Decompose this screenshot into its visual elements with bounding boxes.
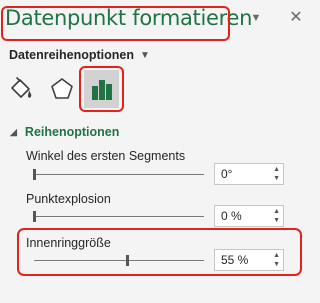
explosion-slider-track[interactable] xyxy=(34,216,204,217)
angle-slider-thumb[interactable] xyxy=(33,169,36,180)
tab-effects[interactable] xyxy=(45,72,79,106)
spin-up-icon[interactable]: ▲ xyxy=(273,208,280,216)
collapse-triangle-icon: ◢ xyxy=(10,127,17,137)
close-icon[interactable]: ✕ xyxy=(288,10,304,26)
angle-slider-track[interactable] xyxy=(34,174,204,175)
explosion-spinner[interactable]: 0 % ▲ ▼ xyxy=(214,205,284,227)
explosion-value[interactable]: 0 % xyxy=(221,209,242,223)
spin-up-icon[interactable]: ▲ xyxy=(273,166,280,174)
pentagon-icon xyxy=(51,78,73,99)
chevron-down-icon: ▼ xyxy=(140,50,150,61)
pane-options-dropdown-icon[interactable]: ▼ xyxy=(248,10,264,26)
angle-spinner[interactable]: 0° ▲ ▼ xyxy=(214,163,284,185)
tab-fill-line[interactable] xyxy=(4,72,38,106)
title-highlight-box xyxy=(1,6,230,41)
spin-down-icon[interactable]: ▼ xyxy=(273,175,280,183)
explosion-slider-thumb[interactable] xyxy=(33,211,36,222)
hole-size-highlight-box xyxy=(17,228,302,276)
section-title: Reihenoptionen xyxy=(24,125,120,139)
angle-value[interactable]: 0° xyxy=(221,167,232,181)
explosion-label: Punktexplosion xyxy=(26,192,111,206)
angle-label: Winkel des ersten Segments xyxy=(26,149,186,163)
spin-down-icon[interactable]: ▼ xyxy=(273,217,280,225)
tab-highlight-box xyxy=(79,66,124,112)
series-options-label: Datenreihenoptionen xyxy=(9,48,135,62)
paint-bucket-icon xyxy=(11,77,32,98)
section-series-options[interactable]: ◢ Reihenoptionen xyxy=(10,125,119,139)
series-options-menu[interactable]: Datenreihenoptionen ▼ xyxy=(9,48,150,62)
